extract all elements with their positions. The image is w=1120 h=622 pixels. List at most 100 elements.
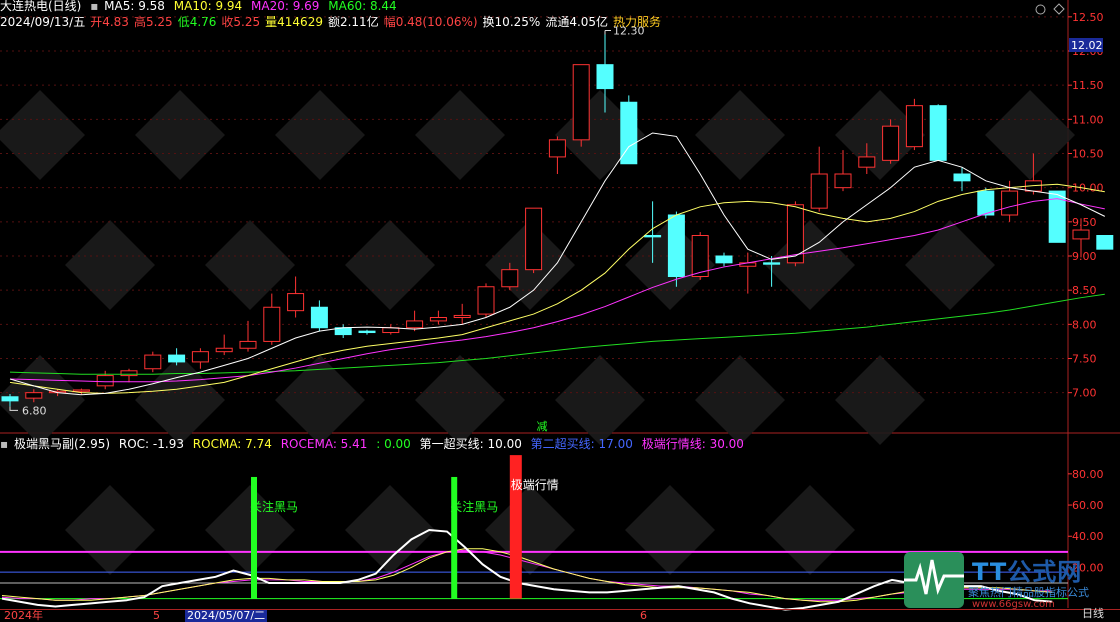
watermark-diamond [985,90,1075,180]
zero-label: : 0.00 [376,437,411,451]
watermark-diamond [205,220,295,310]
watermark-diamond [65,485,155,575]
candle-down[interactable] [977,190,995,216]
watermark-slogan: 聚焦热门精品股指标公式 [968,586,1089,599]
candle-down[interactable] [168,354,186,363]
watermark-diamond [695,90,785,180]
watermark-diamond [205,485,295,575]
candle-up[interactable] [477,286,495,315]
price-tick-label: 9.00 [1072,250,1097,263]
candle-down[interactable] [358,330,376,334]
watermark-diamond [765,485,855,575]
indicator-tick-label: 80.00 [1072,468,1104,481]
low-price-label: 6.80 [22,404,47,417]
watermark-diamond [345,485,435,575]
candle-up[interactable] [287,293,305,312]
signal-bar[interactable] [509,455,522,599]
watermark-diamond [275,90,365,180]
watermark-logo: TT公式网 聚焦热门精品股指标公式 www.66gsw.com [902,550,1118,610]
watermark-diamond [275,355,365,445]
candle-up[interactable] [882,125,900,161]
watermark-diamond [625,485,715,575]
candle-up[interactable] [96,375,114,387]
indicator-tick-label: 60.00 [1072,499,1104,512]
candle-up[interactable] [691,235,709,277]
indicator-title[interactable]: 极端黑马副(2.95) [14,437,110,451]
watermark-diamond [65,220,155,310]
candle-up[interactable] [120,370,138,377]
year-label: 2024年 [4,609,43,622]
candle-up[interactable] [501,269,519,288]
candle-down[interactable] [1096,235,1114,250]
signal-label: 关注黑马 [250,499,298,514]
signal-label: 极端行情 [511,478,559,492]
watermark-diamond [0,90,85,180]
indicator-menu-icon[interactable]: ▪ [0,437,8,451]
candle-up[interactable] [525,207,543,271]
buy-line2-label: 第二超买线: 17.00 [530,437,633,451]
reduce-marker: 减 [537,420,548,433]
watermark-brand: TT公式网 [972,558,1083,586]
candle-up[interactable] [239,340,257,349]
signal-bar[interactable] [251,476,257,599]
rocma-label: ROCMA: 7.74 [192,437,272,451]
price-tick-label: 7.50 [1072,353,1097,366]
candle-up[interactable] [810,173,828,209]
extreme-line-label: 极端行情线: 30.00 [641,437,744,451]
price-tick-label: 12.50 [1072,11,1104,24]
candle-down[interactable] [1,396,19,402]
candle-down[interactable] [667,214,685,277]
watermark-diamond [905,220,995,310]
date-box: 2024/05/07/二 [185,609,268,622]
month5-label: 5 [153,609,160,622]
candle-up[interactable] [144,354,162,370]
watermark-diamond [415,90,505,180]
rocema-label: ROCEMA: 5.41 [280,437,368,451]
candle-up[interactable] [1001,190,1019,216]
main-chart[interactable]: 12.5012.0011.5011.0010.5010.009.509.008.… [0,0,1120,621]
candle-up[interactable] [406,320,424,329]
price-tick-label: 11.00 [1072,113,1104,126]
candle-down[interactable] [310,306,328,329]
watermark-diamond [485,485,575,575]
price-tick-label: 10.00 [1072,182,1104,195]
candle-up[interactable] [1072,229,1090,240]
price-tick-label: 8.50 [1072,284,1097,297]
candle-down[interactable] [715,255,733,264]
watermark-url: www.66gsw.com [972,599,1055,610]
roc-label: ROC: -1.93 [118,437,184,451]
candle-up[interactable] [72,389,90,392]
candle-up[interactable] [191,351,209,363]
watermark-diamond [555,355,645,445]
watermark-diamond [695,355,785,445]
watermark-diamond [835,355,925,445]
high-marker [604,30,611,35]
watermark-diamond [135,90,225,180]
candle-down[interactable] [929,105,947,161]
price-tick-label: 9.50 [1072,216,1097,229]
signal-bar[interactable] [451,476,458,599]
candle-up[interactable] [429,317,447,322]
candle-up[interactable] [834,173,852,189]
candle-up[interactable] [572,64,590,141]
logo-icon [904,552,964,608]
candle-down[interactable] [953,173,971,182]
high-price-label: 12.30 [613,25,645,38]
candle-down[interactable] [644,235,662,238]
candle-down[interactable] [763,262,781,265]
candle-up[interactable] [548,139,566,158]
candle-up[interactable] [25,392,43,399]
signal-label: 关注黑马 [450,499,498,514]
price-tick-label: 11.50 [1072,79,1104,92]
candle-up[interactable] [905,105,923,148]
price-tick-label: 7.00 [1072,387,1097,400]
candle-up[interactable] [858,156,876,168]
price-tick-label: 10.50 [1072,148,1104,161]
current-price-label: 12.02 [1071,39,1103,52]
bottom-axis: 2024年 5 2024/05/07/二 6 日线 [0,608,1120,622]
candle-up[interactable] [215,347,233,353]
candle-up[interactable] [453,314,471,319]
candle-down[interactable] [596,64,614,90]
price-tick-label: 8.00 [1072,318,1097,331]
candle-up[interactable] [263,306,281,342]
